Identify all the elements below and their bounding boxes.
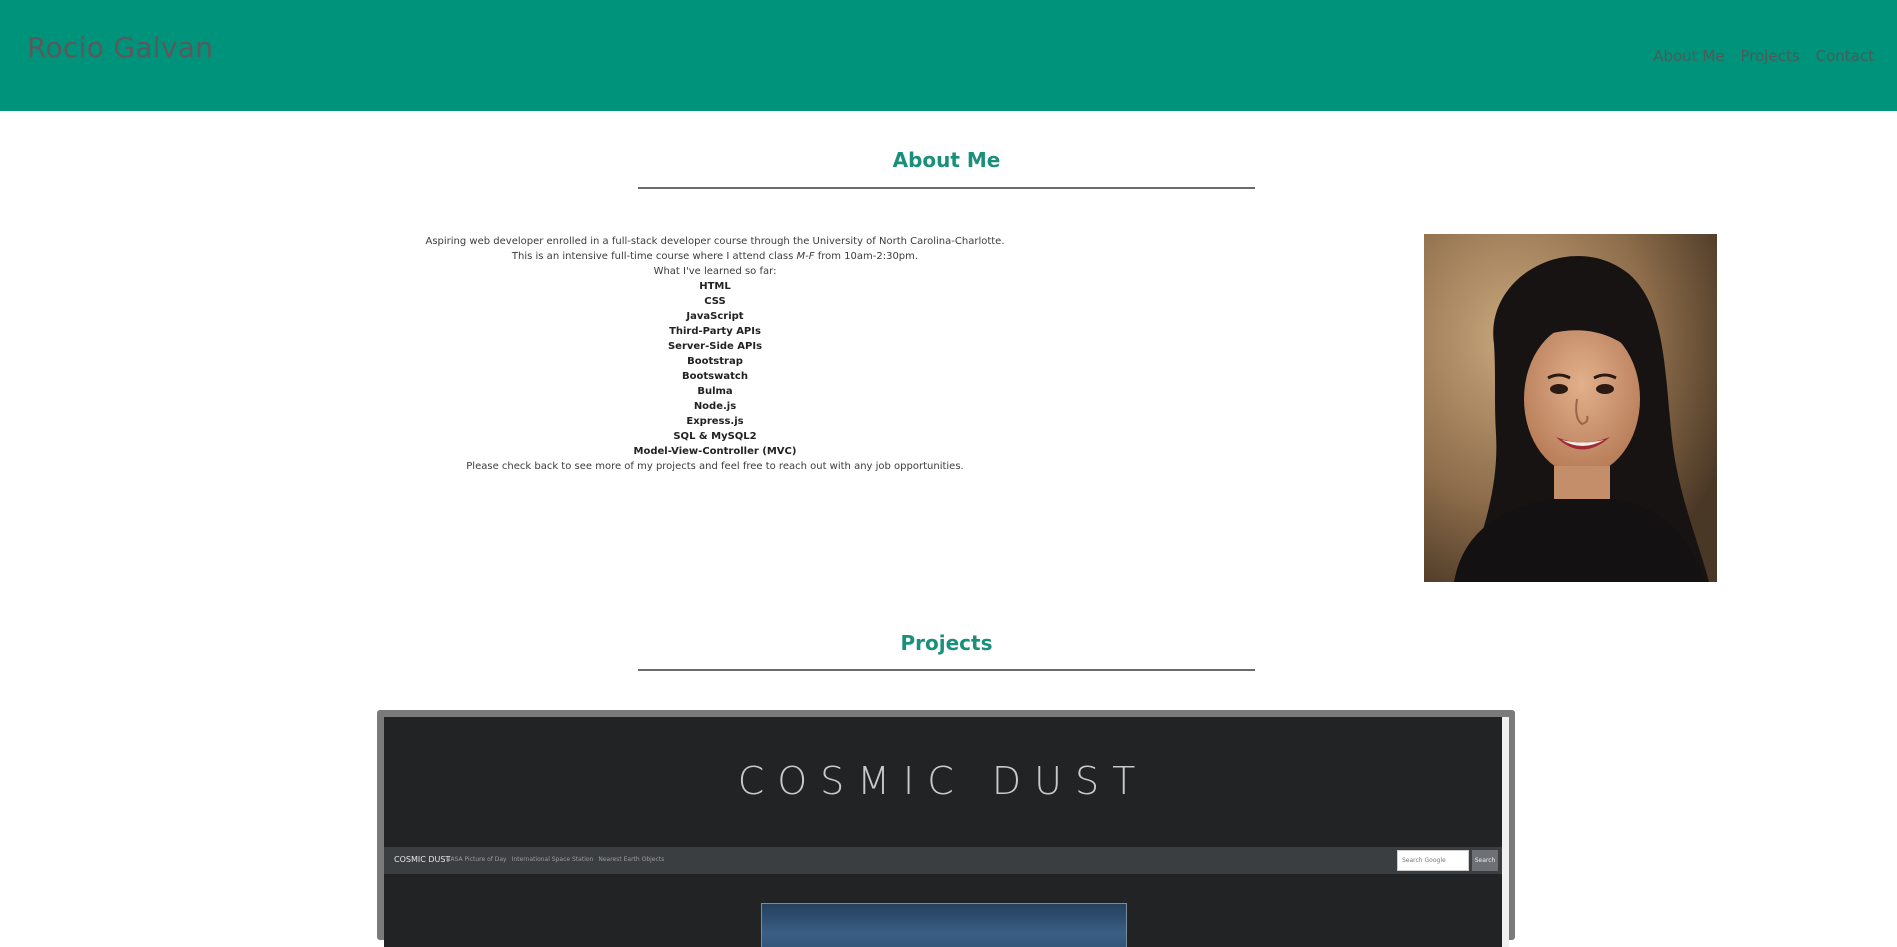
about-schedule: This is an intensive full-time course wh… xyxy=(400,249,1030,264)
schedule-suffix: from 10am-2:30pm. xyxy=(814,251,919,262)
main-nav: About Me Projects Contact xyxy=(1653,47,1874,65)
skill-item: Bootswatch xyxy=(682,371,748,382)
projects-divider xyxy=(638,669,1255,671)
project-card-cosmic-dust[interactable]: COSMIC DUST COSMIC DUST NASA Picture of … xyxy=(377,710,1515,947)
project-preview-link: Nearest Earth Objects xyxy=(598,856,665,863)
about-text: Aspiring web developer enrolled in a ful… xyxy=(400,234,1030,474)
project-preview-image xyxy=(761,903,1127,947)
project-screenshot: COSMIC DUST COSMIC DUST NASA Picture of … xyxy=(384,717,1502,947)
project-preview-link: International Space Station xyxy=(511,856,594,863)
projects-heading: Projects xyxy=(900,631,993,655)
schedule-days: M-F xyxy=(796,251,815,262)
site-title[interactable]: Rocio Galvan xyxy=(27,31,213,64)
skill-item: CSS xyxy=(704,296,726,307)
skill-item: Third-Party APIs xyxy=(669,326,761,337)
nav-link-projects[interactable]: Projects xyxy=(1741,47,1800,65)
project-preview-title: COSMIC DUST xyxy=(737,759,1149,803)
site-header: Rocio Galvan About Me Projects Contact xyxy=(0,0,1897,111)
learned-label: What I've learned so far: xyxy=(653,266,777,277)
skill-item: JavaScript xyxy=(686,311,744,322)
project-preview-scrollbar xyxy=(1502,717,1509,947)
skill-item: SQL & MySQL2 xyxy=(673,431,757,442)
project-preview-navbar: COSMIC DUST NASA Picture of Day Internat… xyxy=(384,847,1502,874)
skill-item: Node.js xyxy=(693,401,737,412)
about-intro: Aspiring web developer enrolled in a ful… xyxy=(425,236,1005,247)
schedule-prefix: This is an intensive full-time course wh… xyxy=(511,251,797,262)
about-heading: About Me xyxy=(892,148,1001,172)
project-preview-search-input xyxy=(1397,850,1469,871)
nav-link-contact[interactable]: Contact xyxy=(1816,47,1874,65)
skill-item: Model-View-Controller (MVC) xyxy=(633,446,797,457)
project-preview-brand: COSMIC DUST xyxy=(394,855,451,864)
skills-list: HTML CSS JavaScript Third-Party APIs Ser… xyxy=(400,279,1030,459)
project-preview-search-button: Search xyxy=(1472,850,1498,871)
skill-item: Server-Side APIs xyxy=(667,341,763,352)
skill-item: Bulma xyxy=(697,386,733,397)
about-divider xyxy=(638,187,1255,189)
profile-photo-icon xyxy=(1424,234,1717,582)
project-preview-links: NASA Picture of Day International Space … xyxy=(446,856,664,863)
profile-photo xyxy=(1424,234,1717,582)
project-preview-link: NASA Picture of Day xyxy=(446,856,507,863)
about-closing: Please check back to see more of my proj… xyxy=(466,461,964,472)
skill-item: Express.js xyxy=(686,416,744,427)
nav-link-about[interactable]: About Me xyxy=(1653,47,1724,65)
skill-item: HTML xyxy=(699,281,731,292)
skill-item: Bootstrap xyxy=(687,356,743,367)
